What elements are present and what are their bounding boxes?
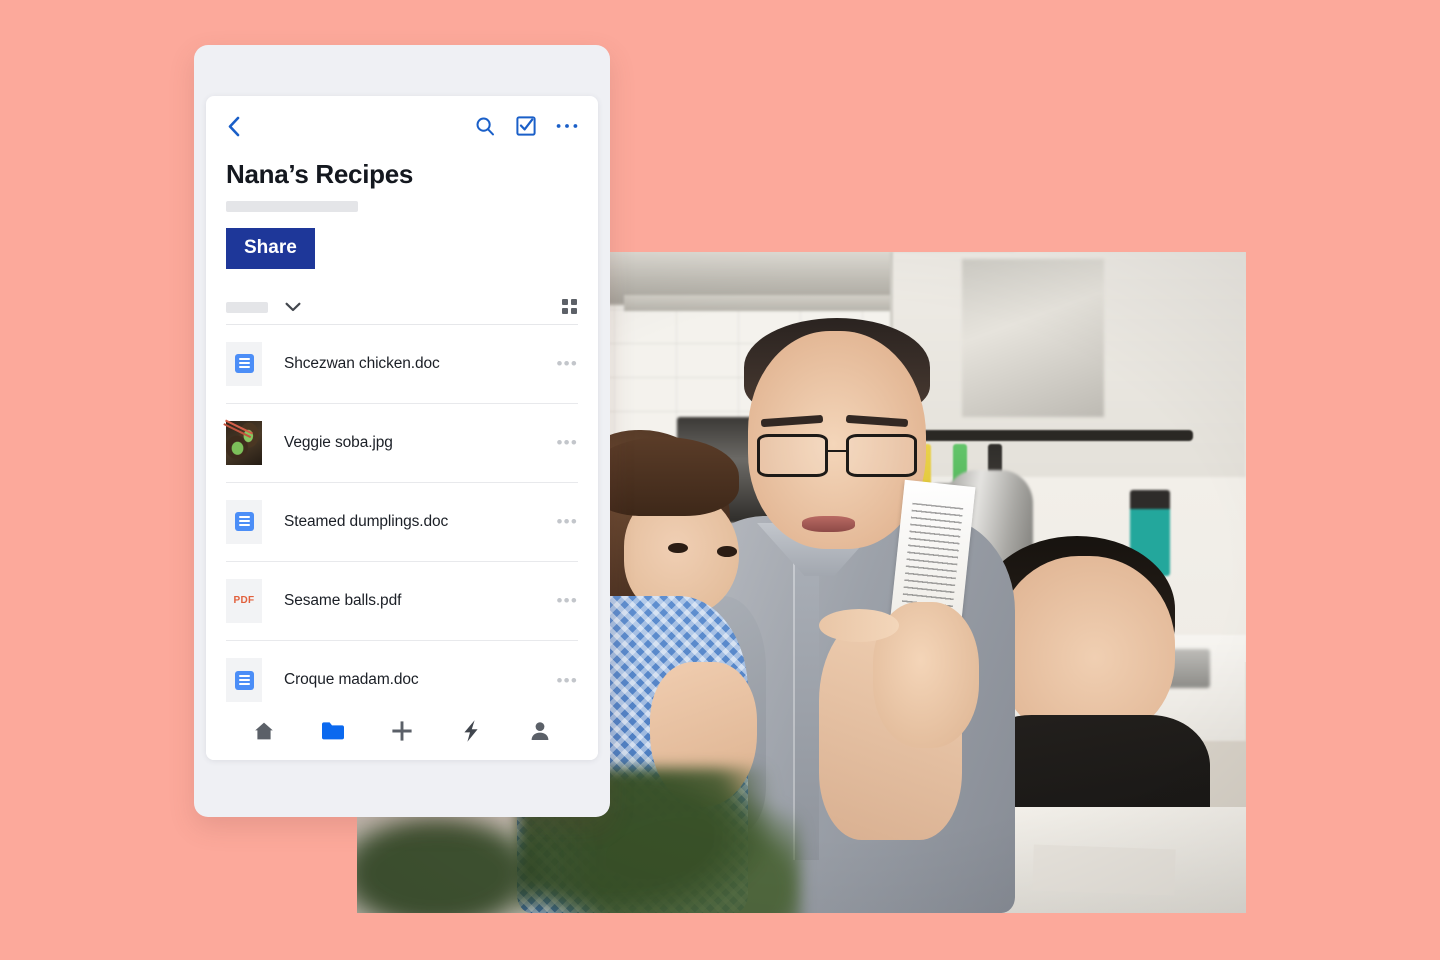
table-row[interactable]: Shcezwan chicken.doc ••• — [226, 325, 578, 404]
nav-account[interactable] — [523, 714, 557, 748]
file-thumbnail: PDF — [226, 578, 262, 623]
grid-cell — [562, 299, 568, 306]
row-more-button[interactable]: ••• — [549, 434, 578, 451]
search-button[interactable] — [474, 115, 496, 137]
file-name: Steamed dumplings.doc — [284, 512, 449, 530]
page-title: Nana’s Recipes — [226, 159, 414, 189]
nav-create[interactable] — [385, 714, 419, 748]
app-topbar — [206, 96, 598, 156]
pdf-file-icon: PDF — [233, 595, 255, 607]
home-icon — [255, 722, 274, 740]
nav-home[interactable] — [247, 714, 281, 748]
file-name: Croque madam.doc — [284, 671, 419, 689]
search-icon — [476, 117, 494, 136]
sort-label-placeholder[interactable] — [226, 301, 268, 313]
sort-and-view-row — [226, 291, 578, 325]
file-name: Shcezwan chicken.doc — [284, 354, 440, 372]
image-file-thumbnail — [226, 420, 262, 465]
person-icon — [531, 722, 548, 740]
share-button[interactable]: Share — [226, 227, 315, 269]
bottom-navigation — [206, 702, 598, 760]
plus-icon — [392, 721, 412, 741]
nav-files[interactable] — [316, 714, 350, 748]
file-thumbnail — [226, 658, 262, 702]
file-thumbnail — [226, 499, 262, 544]
topbar-actions — [474, 115, 578, 137]
folder-meta-placeholder — [226, 200, 358, 212]
row-more-button[interactable]: ••• — [549, 355, 578, 372]
table-row[interactable]: Croque madam.doc ••• — [226, 641, 578, 702]
back-button[interactable] — [220, 113, 246, 139]
app-panel: Nana’s Recipes Share Shcezwan chicken.do… — [206, 96, 598, 760]
row-more-button[interactable]: ••• — [549, 672, 578, 689]
grid-cell — [571, 308, 577, 315]
chevron-left-icon — [228, 116, 239, 136]
table-row[interactable]: Steamed dumplings.doc ••• — [226, 483, 578, 562]
nav-activity[interactable] — [454, 714, 488, 748]
doc-file-icon — [234, 512, 254, 532]
doc-file-icon — [234, 354, 254, 374]
file-list: Shcezwan chicken.doc ••• Veggie soba.jpg… — [206, 325, 598, 702]
sort-dropdown-button[interactable] — [284, 298, 302, 316]
checkbox-checked-icon — [516, 116, 536, 136]
grid-cell — [571, 299, 577, 306]
grid-view-toggle[interactable] — [562, 299, 578, 315]
select-button[interactable] — [515, 115, 537, 137]
file-thumbnail — [226, 341, 262, 386]
table-row[interactable]: Veggie soba.jpg ••• — [226, 404, 578, 483]
doc-file-icon — [234, 670, 254, 690]
row-more-button[interactable]: ••• — [549, 513, 578, 530]
app-card: Nana’s Recipes Share Shcezwan chicken.do… — [194, 45, 610, 817]
more-horizontal-icon — [556, 124, 578, 128]
lightning-bolt-icon — [464, 720, 478, 742]
folder-icon — [322, 722, 345, 740]
more-options-button[interactable] — [556, 115, 578, 137]
folder-header: Nana’s Recipes Share — [206, 156, 598, 269]
grid-cell — [562, 308, 568, 315]
table-row[interactable]: PDF Sesame balls.pdf ••• — [226, 562, 578, 641]
row-more-button[interactable]: ••• — [549, 592, 578, 609]
chevron-down-icon — [285, 302, 301, 312]
file-name: Sesame balls.pdf — [284, 591, 402, 609]
file-name: Veggie soba.jpg — [284, 433, 393, 451]
